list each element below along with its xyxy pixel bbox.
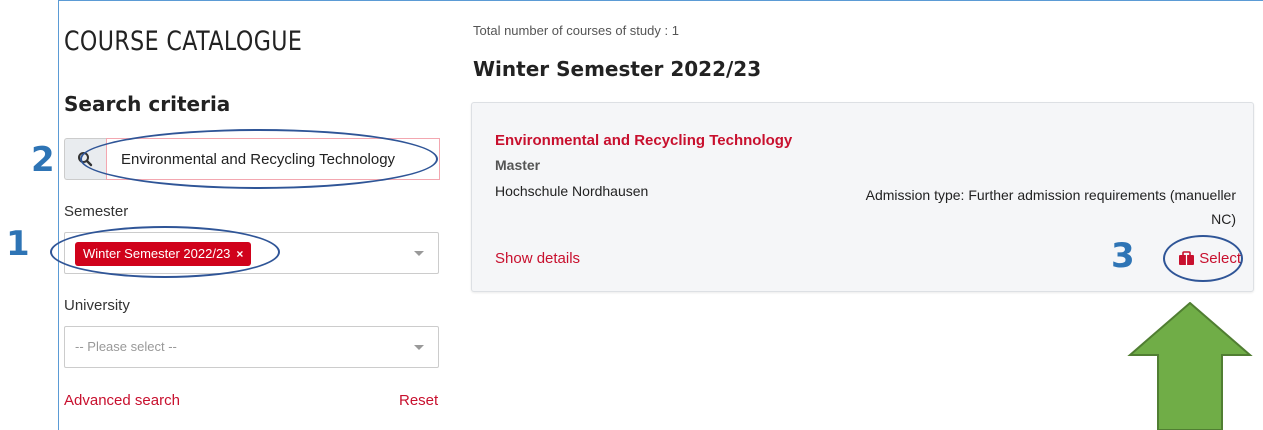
annotation-number-1: 1 [6, 224, 30, 264]
annotation-oval-search [80, 129, 438, 189]
frame-top-border [58, 0, 1263, 1]
course-name[interactable]: Environmental and Recycling Technology [495, 132, 792, 149]
university-select[interactable]: -- Please select -- [64, 326, 439, 368]
show-details-link[interactable]: Show details [495, 250, 580, 267]
course-degree: Master [495, 157, 541, 173]
reset-link[interactable]: Reset [399, 392, 438, 409]
annotation-number-2: 2 [31, 140, 55, 180]
semester-label: Semester [64, 203, 129, 220]
university-placeholder: -- Please select -- [75, 339, 177, 354]
frame-left-border [58, 0, 59, 430]
advanced-search-link[interactable]: Advanced search [64, 392, 180, 409]
annotation-oval-semester [50, 226, 280, 278]
search-criteria-heading: Search criteria [64, 92, 231, 116]
chevron-down-icon[interactable] [414, 345, 424, 350]
chevron-down-icon[interactable] [414, 251, 424, 256]
admission-type: Admission type: Further admission requir… [865, 187, 1236, 227]
catalog-title: COURSE CATALOGUE [64, 26, 303, 57]
university-label: University [64, 297, 130, 314]
arrow-up-icon [1127, 302, 1253, 430]
annotation-oval-select [1163, 235, 1243, 282]
annotation-number-3: 3 [1111, 236, 1135, 276]
semester-heading: Winter Semester 2022/23 [473, 57, 762, 81]
course-card: Environmental and Recycling Technology M… [471, 102, 1254, 292]
total-courses-text: Total number of courses of study : 1 [473, 23, 679, 38]
course-university: Hochschule Nordhausen [495, 183, 649, 199]
